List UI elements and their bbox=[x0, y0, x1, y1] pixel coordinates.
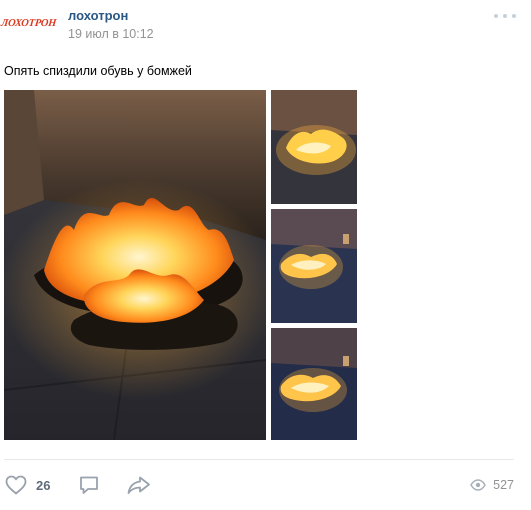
post-divider bbox=[4, 459, 514, 460]
post-actions-bar: 26 527 bbox=[0, 470, 531, 500]
post-text: Опять спиздили обувь у бомжей bbox=[4, 64, 192, 78]
comment-button[interactable] bbox=[77, 470, 101, 500]
post-date-link[interactable]: 19 июл в 10:12 bbox=[68, 27, 154, 41]
more-options-icon[interactable] bbox=[494, 10, 516, 22]
author-name-link[interactable]: лохотрон bbox=[68, 8, 128, 23]
views-counter: 527 bbox=[470, 470, 514, 500]
post-photo-thumbnail[interactable] bbox=[271, 90, 357, 204]
comment-icon bbox=[80, 476, 98, 494]
community-avatar[interactable]: ЛОХОТРОН bbox=[0, 6, 58, 40]
views-count: 527 bbox=[493, 478, 514, 492]
heart-icon bbox=[5, 475, 27, 495]
avatar-logo-text: ЛОХОТРОН bbox=[0, 17, 58, 29]
share-arrow-icon bbox=[127, 476, 150, 494]
like-button[interactable]: 26 bbox=[4, 470, 50, 500]
post-photo-thumbnail[interactable] bbox=[271, 328, 357, 440]
like-count: 26 bbox=[36, 477, 51, 493]
eye-icon bbox=[470, 479, 486, 491]
wall-post: ЛОХОТРОН лохотрон 19 июл в 10:12 Опять с… bbox=[0, 0, 531, 510]
post-photo-main[interactable] bbox=[4, 90, 266, 440]
post-photo-thumbnail[interactable] bbox=[271, 209, 357, 323]
share-button[interactable] bbox=[126, 470, 152, 500]
